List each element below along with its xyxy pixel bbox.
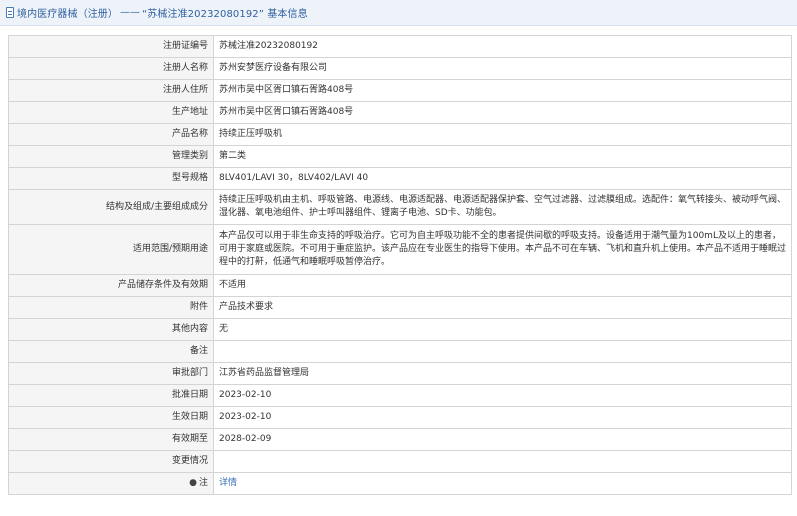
field-value: 不适用 — [213, 274, 792, 297]
document-icon — [6, 7, 14, 18]
table-row: 审批部门 江苏省药品监督管理局 — [8, 362, 792, 385]
field-label: 结构及组成/主要组成成分 — [8, 189, 214, 225]
field-value: 2028-02-09 — [213, 428, 792, 451]
note-value-cell: 详情 — [213, 472, 792, 495]
field-value: 无 — [213, 318, 792, 341]
section-title: 境内医疗器械（注册） — [17, 9, 118, 20]
field-label: 生产地址 — [8, 101, 214, 124]
field-value: 本产品仅可以用于非生命支持的呼吸治疗。它可为自主呼吸功能不全的患者提供间歇的呼吸… — [213, 224, 792, 275]
field-label: 其他内容 — [8, 318, 214, 341]
field-value: 持续正压呼吸机由主机、呼吸管路、电源线、电源适配器、电源适配器保护套、空气过滤器… — [213, 189, 792, 225]
table-row: 注册人住所 苏州市吴中区胥口镇石胥路408号 — [8, 79, 792, 102]
table-row: 生产地址 苏州市吴中区胥口镇石胥路408号 — [8, 101, 792, 124]
note-label-cell: ● 注 — [8, 472, 214, 495]
field-label: 变更情况 — [8, 450, 214, 473]
field-label: 生效日期 — [8, 406, 214, 429]
field-label: 注册证编号 — [8, 35, 214, 58]
field-value: 2023-02-10 — [213, 384, 792, 407]
info-table: 注册证编号 苏械注准20232080192 注册人名称 苏州安梦医疗设备有限公司… — [8, 35, 792, 495]
field-value: 产品技术要求 — [213, 296, 792, 319]
table-row: 管理类别 第二类 — [8, 145, 792, 168]
table-row: 适用范围/预期用途 本产品仅可以用于非生命支持的呼吸治疗。它可为自主呼吸功能不全… — [8, 224, 792, 275]
field-label: 注册人名称 — [8, 57, 214, 80]
table-row: 有效期至 2028-02-09 — [8, 428, 792, 451]
details-link[interactable]: 详情 — [219, 478, 237, 488]
table-row: 批准日期 2023-02-10 — [8, 384, 792, 407]
table-row: 变更情况 — [8, 450, 792, 473]
field-label: 附件 — [8, 296, 214, 319]
note-row: ● 注 详情 — [8, 472, 792, 495]
field-value — [213, 340, 792, 363]
field-label: 产品储存条件及有效期 — [8, 274, 214, 297]
bulb-icon: ● — [189, 478, 197, 488]
table-row: 注册人名称 苏州安梦医疗设备有限公司 — [8, 57, 792, 80]
field-label: 有效期至 — [8, 428, 214, 451]
field-label: 管理类别 — [8, 145, 214, 168]
field-value — [213, 450, 792, 473]
table-row: 备注 — [8, 340, 792, 363]
field-label: 适用范围/预期用途 — [8, 224, 214, 275]
field-label: 批准日期 — [8, 384, 214, 407]
table-row: 其他内容 无 — [8, 318, 792, 341]
table-row: 生效日期 2023-02-10 — [8, 406, 792, 429]
note-label: 注 — [198, 478, 208, 488]
table-row: 产品名称 持续正压呼吸机 — [8, 123, 792, 146]
field-value: 江苏省药品监督管理局 — [213, 362, 792, 385]
title-separator: —— — [120, 7, 140, 18]
field-label: 注册人住所 — [8, 79, 214, 102]
table-row: 产品储存条件及有效期 不适用 — [8, 274, 792, 297]
field-label: 产品名称 — [8, 123, 214, 146]
field-label: 型号规格 — [8, 167, 214, 190]
field-value: 8LV401/LAVI 30，8LV402/LAVI 40 — [213, 167, 792, 190]
table-row: 结构及组成/主要组成成分 持续正压呼吸机由主机、呼吸管路、电源线、电源适配器、电… — [8, 189, 792, 225]
field-value: 2023-02-10 — [213, 406, 792, 429]
table-row: 附件 产品技术要求 — [8, 296, 792, 319]
record-title: “苏械注准20232080192” 基本信息 — [142, 9, 308, 20]
page-header: 境内医疗器械（注册） —— “苏械注准20232080192” 基本信息 — [0, 0, 797, 26]
field-value: 苏械注准20232080192 — [213, 35, 792, 58]
table-row: 型号规格 8LV401/LAVI 30，8LV402/LAVI 40 — [8, 167, 792, 190]
table-row: 注册证编号 苏械注准20232080192 — [8, 35, 792, 58]
field-value: 苏州安梦医疗设备有限公司 — [213, 57, 792, 80]
field-value: 第二类 — [213, 145, 792, 168]
field-value: 持续正压呼吸机 — [213, 123, 792, 146]
field-label: 审批部门 — [8, 362, 214, 385]
field-label: 备注 — [8, 340, 214, 363]
field-value: 苏州市吴中区胥口镇石胥路408号 — [213, 101, 792, 124]
field-value: 苏州市吴中区胥口镇石胥路408号 — [213, 79, 792, 102]
